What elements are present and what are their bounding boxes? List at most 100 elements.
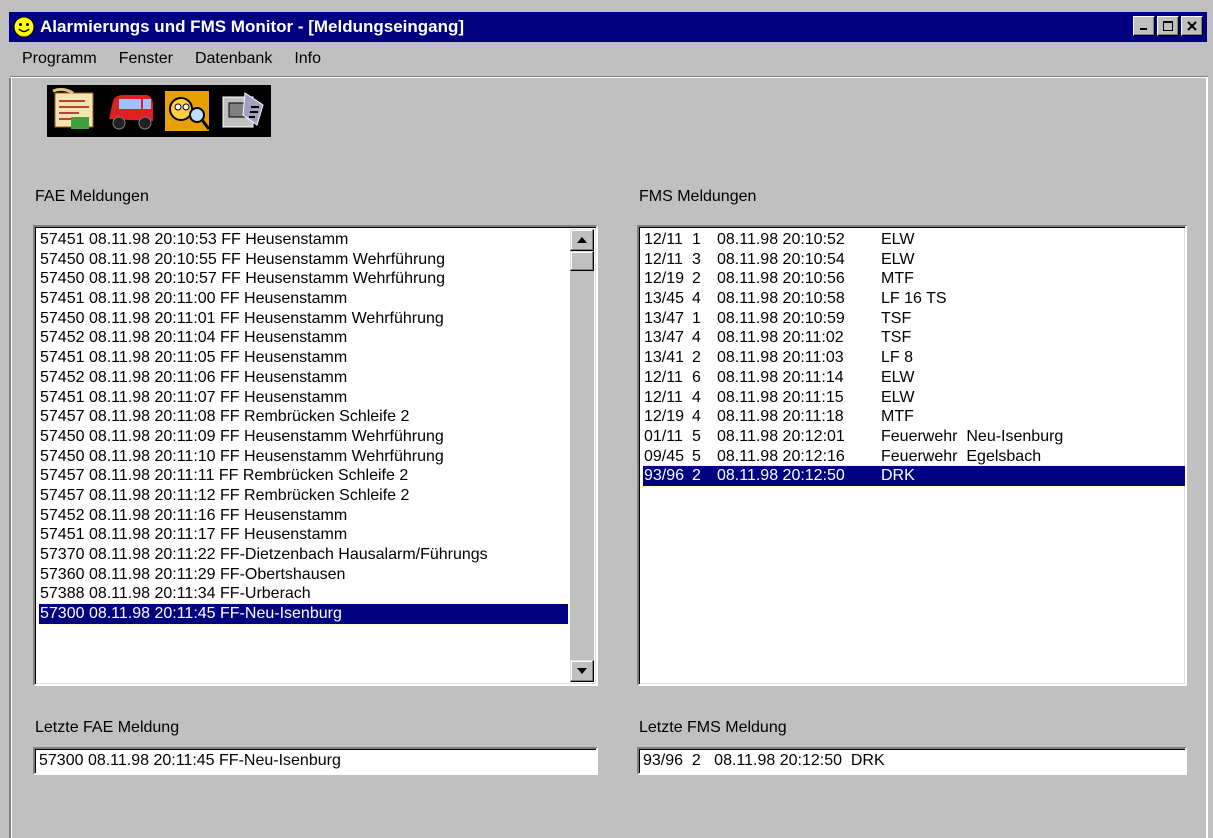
- fms-cell: 2: [692, 467, 701, 485]
- fae-list-item[interactable]: 57451 08.11.98 20:11:07 FF Heusenstamm: [39, 388, 568, 408]
- fae-list-item[interactable]: 57360 08.11.98 20:11:29 FF-Obertshausen: [39, 565, 568, 585]
- fms-list-item[interactable]: 93/96 2 08.11.98 20:12:50 DRK: [642, 465, 1185, 487]
- fms-cell: 13/45: [644, 290, 685, 308]
- fms-list-item[interactable]: 01/11 5 08.11.98 20:12:01 Feuerwehr Neu-Ise…: [643, 427, 1185, 447]
- fae-list-item[interactable]: 57450 08.11.98 20:10:57 FF Heusenstamm W…: [39, 269, 568, 289]
- fae-list-item[interactable]: 57451 08.11.98 20:10:53 FF Heusenstamm: [39, 230, 568, 250]
- fms-list-item[interactable]: 12/19 4 08.11.98 20:11:18 MTF: [643, 407, 1185, 427]
- fae-list-item[interactable]: 57451 08.11.98 20:11:17 FF Heusenstamm: [39, 525, 568, 545]
- menu-fenster[interactable]: Fenster: [117, 48, 175, 70]
- document-icon: [47, 85, 103, 137]
- fae-list-item[interactable]: 57450 08.11.98 20:11:10 FF Heusenstamm W…: [39, 447, 568, 467]
- fae-list-item[interactable]: 57457 08.11.98 20:11:11 FF Rembrücken Sc…: [39, 466, 568, 486]
- close-button[interactable]: [1181, 16, 1203, 36]
- fms-cell: 2: [692, 349, 701, 367]
- fms-cell: LF 16 TS: [881, 290, 947, 308]
- smiley-app-icon: [13, 16, 35, 38]
- fae-list-item[interactable]: 57370 08.11.98 20:11:22 FF-Dietzenbach H…: [39, 545, 568, 565]
- fms-cell: Feuerwehr Neu-Isenburg: [881, 427, 1064, 445]
- fms-cell: 3: [692, 250, 701, 268]
- database-icon: [215, 85, 271, 137]
- title-bar[interactable]: Alarmierungs und FMS Monitor - [Meldungs…: [9, 12, 1207, 42]
- fae-list-item[interactable]: 57451 08.11.98 20:11:05 FF Heusenstamm: [39, 348, 568, 368]
- fms-list-item[interactable]: 09/45 5 08.11.98 20:12:16 Feuerwehr Egelsba…: [643, 447, 1185, 467]
- fae-list-item[interactable]: 57300 08.11.98 20:11:45 FF-Neu-Isenburg: [38, 603, 569, 625]
- mdi-frame-right: [1206, 78, 1208, 838]
- fms-cell: DRK: [881, 467, 915, 485]
- fae-section-title: FAE Meldungen: [35, 188, 149, 205]
- fms-list-item[interactable]: 12/19 2 08.11.98 20:10:56 MTF: [643, 269, 1185, 289]
- scroll-down-button[interactable]: [570, 660, 594, 682]
- fae-list-item[interactable]: 57452 08.11.98 20:11:06 FF Heusenstamm: [39, 368, 568, 388]
- fae-list-item[interactable]: 57457 08.11.98 20:11:12 FF Rembrücken Sc…: [39, 486, 568, 506]
- menu-info[interactable]: Info: [292, 48, 323, 70]
- fms-list-item[interactable]: 12/11 3 08.11.98 20:10:54 ELW: [643, 250, 1185, 270]
- fms-list-item[interactable]: 12/11 4 08.11.98 20:11:15 ELW: [643, 388, 1185, 408]
- last-fae-field[interactable]: 57300 08.11.98 20:11:45 FF-Neu-Isenburg: [33, 747, 598, 775]
- fms-cell: 08.11.98 20:11:03: [717, 349, 844, 367]
- fms-cell: 08.11.98 20:11:14: [717, 368, 844, 386]
- fae-listbox[interactable]: 57451 08.11.98 20:10:53 FF Heusenstamm 57…: [33, 225, 598, 686]
- fms-cell: 12/11: [644, 368, 683, 386]
- fms-list-item[interactable]: 12/11 1 08.11.98 20:10:52 ELW: [643, 230, 1185, 250]
- fms-cell: 1: [692, 309, 701, 327]
- last-fms-field[interactable]: 93/96 2 08.11.98 20:12:50 DRK: [637, 747, 1187, 775]
- fms-cell: 08.11.98 20:11:02: [717, 329, 844, 347]
- maximize-button[interactable]: [1157, 16, 1179, 36]
- fms-cell: TSF: [881, 309, 912, 327]
- fms-listbox[interactable]: 12/11 1 08.11.98 20:10:52 ELW 12/11 3 08.11.98…: [637, 225, 1187, 686]
- last-fae-label: Letzte FAE Meldung: [35, 719, 180, 736]
- fms-cell: ELW: [881, 250, 915, 268]
- fms-cell: 12/19: [644, 270, 685, 288]
- minimize-icon: [1140, 28, 1147, 30]
- mdi-frame-left: [9, 78, 12, 838]
- fms-cell: 1: [692, 231, 701, 248]
- fms-cell: ELW: [881, 368, 915, 386]
- fms-cell: 08.11.98 20:10:54: [717, 250, 845, 268]
- fms-cell: 2: [692, 270, 701, 288]
- fae-list-item[interactable]: 57457 08.11.98 20:11:08 FF Rembrücken Sc…: [39, 407, 568, 427]
- fms-cell: 08.11.98 20:12:50: [717, 467, 845, 485]
- fae-list-item[interactable]: 57452 08.11.98 20:11:16 FF Heusenstamm: [39, 506, 568, 526]
- fae-scrollbar[interactable]: [570, 229, 594, 682]
- fae-list-item[interactable]: 57452 08.11.98 20:11:04 FF Heusenstamm: [39, 328, 568, 348]
- arrow-down-icon: [577, 668, 587, 674]
- fms-cell: ELW: [881, 231, 915, 248]
- menu-datenbank[interactable]: Datenbank: [193, 48, 274, 70]
- database-button[interactable]: [215, 85, 271, 137]
- fms-cell: 5: [692, 447, 701, 465]
- person-search-button[interactable]: [159, 85, 215, 137]
- fae-list-item[interactable]: 57450 08.11.98 20:11:01 FF Heusenstamm W…: [39, 309, 568, 329]
- fae-list-item[interactable]: 57450 08.11.98 20:11:09 FF Heusenstamm W…: [39, 427, 568, 447]
- fms-cell: 08.11.98 20:11:15: [717, 388, 844, 406]
- fms-cell: 12/11: [644, 388, 683, 406]
- fms-cell: 4: [692, 408, 701, 426]
- fms-cell: 5: [692, 427, 701, 445]
- menu-programm[interactable]: Programm: [20, 48, 99, 70]
- scroll-thumb[interactable]: [570, 251, 594, 271]
- fae-list-item[interactable]: 57388 08.11.98 20:11:34 FF-Urberach: [39, 584, 568, 604]
- fms-cell: 13/47: [644, 309, 685, 327]
- fae-list-item[interactable]: 57450 08.11.98 20:10:55 FF Heusenstamm W…: [39, 250, 568, 270]
- fae-list-item[interactable]: 57451 08.11.98 20:11:00 FF Heusenstamm: [39, 289, 568, 309]
- minimize-button[interactable]: [1133, 16, 1155, 36]
- fms-cell: 09/45: [644, 447, 685, 465]
- fms-list-item[interactable]: 12/11 6 08.11.98 20:11:14 ELW: [643, 368, 1185, 388]
- fms-cell: 01/11: [644, 427, 683, 445]
- fms-list-item[interactable]: 13/41 2 08.11.98 20:11:03 LF 8: [643, 348, 1185, 368]
- scroll-up-button[interactable]: [570, 229, 594, 251]
- window-title: Alarmierungs und FMS Monitor - [Meldungs…: [40, 17, 465, 36]
- fms-cell: 08.11.98 20:10:52: [717, 231, 845, 248]
- scroll-track[interactable]: [570, 271, 594, 660]
- fms-cell: TSF: [881, 329, 912, 347]
- fms-cell: 4: [692, 329, 701, 347]
- fms-cell: 13/41: [644, 349, 685, 367]
- fms-cell: 12/19: [644, 408, 685, 426]
- fms-list-item[interactable]: 13/47 4 08.11.98 20:11:02 TSF: [643, 328, 1185, 348]
- fms-list-item[interactable]: 13/47 1 08.11.98 20:10:59 TSF: [643, 309, 1185, 329]
- fms-cell: 08.11.98 20:10:56: [717, 270, 845, 288]
- vehicle-button[interactable]: [103, 85, 159, 137]
- fms-list-item[interactable]: 13/45 4 08.11.98 20:10:58 LF 16 TS: [643, 289, 1185, 309]
- document-button[interactable]: [47, 85, 103, 137]
- last-fms-label: Letzte FMS Meldung: [639, 719, 787, 736]
